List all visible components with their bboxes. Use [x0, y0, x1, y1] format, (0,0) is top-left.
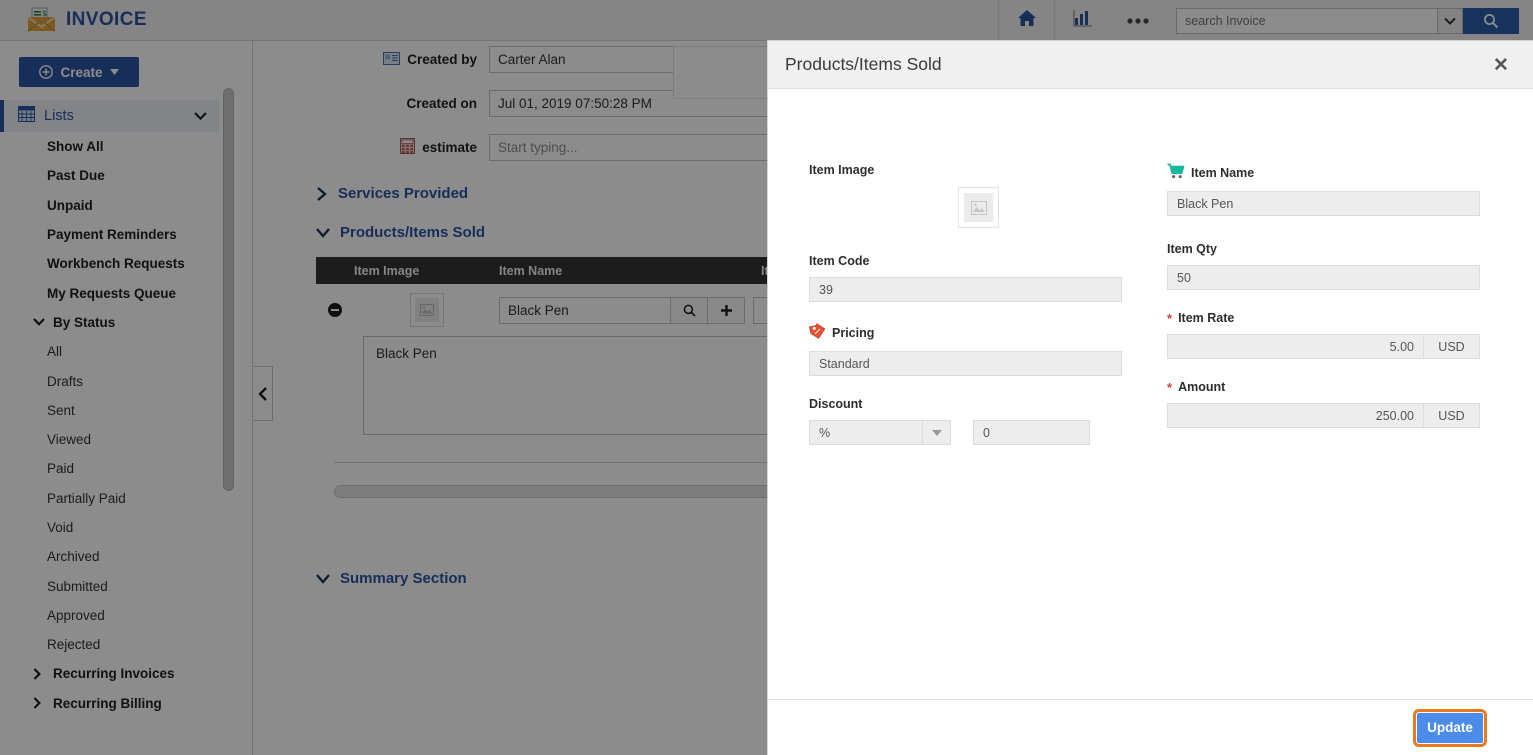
update-button[interactable]: Update — [1413, 708, 1487, 747]
modal-input-item-name[interactable]: Black Pen — [1167, 191, 1480, 216]
modal-label-discount: Discount — [809, 397, 863, 411]
modal-input-item-code[interactable]: 39 — [809, 277, 1122, 302]
modal-field-item-name: Item Name Black Pen — [1167, 163, 1524, 216]
modal-title: Products/Items Sold — [785, 54, 942, 74]
modal-right-column: Item Name Black Pen Item Qty 50 * Item R… — [1167, 163, 1524, 466]
modal-input-item-qty[interactable]: 50 — [1167, 265, 1480, 290]
required-marker: * — [1167, 310, 1173, 326]
price-tag-icon — [809, 323, 826, 342]
modal-discount-type-value: % — [819, 425, 831, 440]
close-icon[interactable]: ✕ — [1481, 41, 1521, 89]
image-placeholder-icon[interactable] — [958, 187, 999, 228]
modal-field-item-qty: Item Qty 50 — [1167, 242, 1524, 290]
modal-field-item-code: Item Code 39 — [809, 254, 1166, 302]
app-root: $ INVOICE search Invoice Create Lists Sh… — [0, 0, 1533, 755]
shopping-cart-icon — [1167, 163, 1185, 182]
modal-label-item-image: Item Image — [809, 163, 875, 177]
modal-discount-value-input[interactable]: 0 — [973, 420, 1090, 445]
modal-footer: Update — [768, 699, 1533, 755]
modal-currency-amount: USD — [1424, 403, 1480, 428]
modal-discount-type-select[interactable]: % — [809, 420, 951, 445]
modal-label-amount: * Amount — [1167, 380, 1524, 394]
modal-label-item-rate-text: Item Rate — [1178, 311, 1235, 325]
modal-input-item-rate[interactable]: 5.00 — [1167, 334, 1424, 359]
modal-field-discount: Discount % 0 — [809, 397, 1166, 445]
modal-label-pricing-text: Pricing — [832, 325, 875, 340]
modal-label-item-rate: * Item Rate — [1167, 311, 1524, 325]
required-marker: * — [1167, 379, 1173, 395]
modal-input-pricing[interactable]: Standard — [809, 351, 1122, 376]
modal-label-amount-text: Amount — [1178, 380, 1226, 394]
modal-left-column: Item Image Item Code 39 Pricing Standard… — [809, 163, 1166, 466]
modal-label-item-qty: Item Qty — [1167, 242, 1218, 256]
modal-currency-item-rate: USD — [1424, 334, 1480, 359]
modal-field-pricing: Pricing Standard — [809, 323, 1166, 376]
modal-body: Item Image Item Code 39 Pricing Standard… — [768, 89, 1533, 699]
modal-field-item-rate: * Item Rate 5.00 USD — [1167, 311, 1524, 359]
products-items-sold-modal: Products/Items Sold ✕ Item Image Item Co… — [767, 40, 1533, 755]
modal-field-amount: * Amount 250.00 USD — [1167, 380, 1524, 428]
modal-label-item-name-text: Item Name — [1191, 165, 1255, 180]
modal-label-item-name: Item Name — [1167, 163, 1524, 182]
modal-header: Products/Items Sold ✕ — [768, 41, 1533, 89]
modal-input-amount[interactable]: 250.00 — [1167, 403, 1424, 428]
caret-down-icon — [922, 421, 950, 444]
modal-field-item-image: Item Image — [809, 163, 1166, 228]
modal-label-item-code: Item Code — [809, 254, 870, 268]
modal-label-pricing: Pricing — [809, 323, 1166, 342]
